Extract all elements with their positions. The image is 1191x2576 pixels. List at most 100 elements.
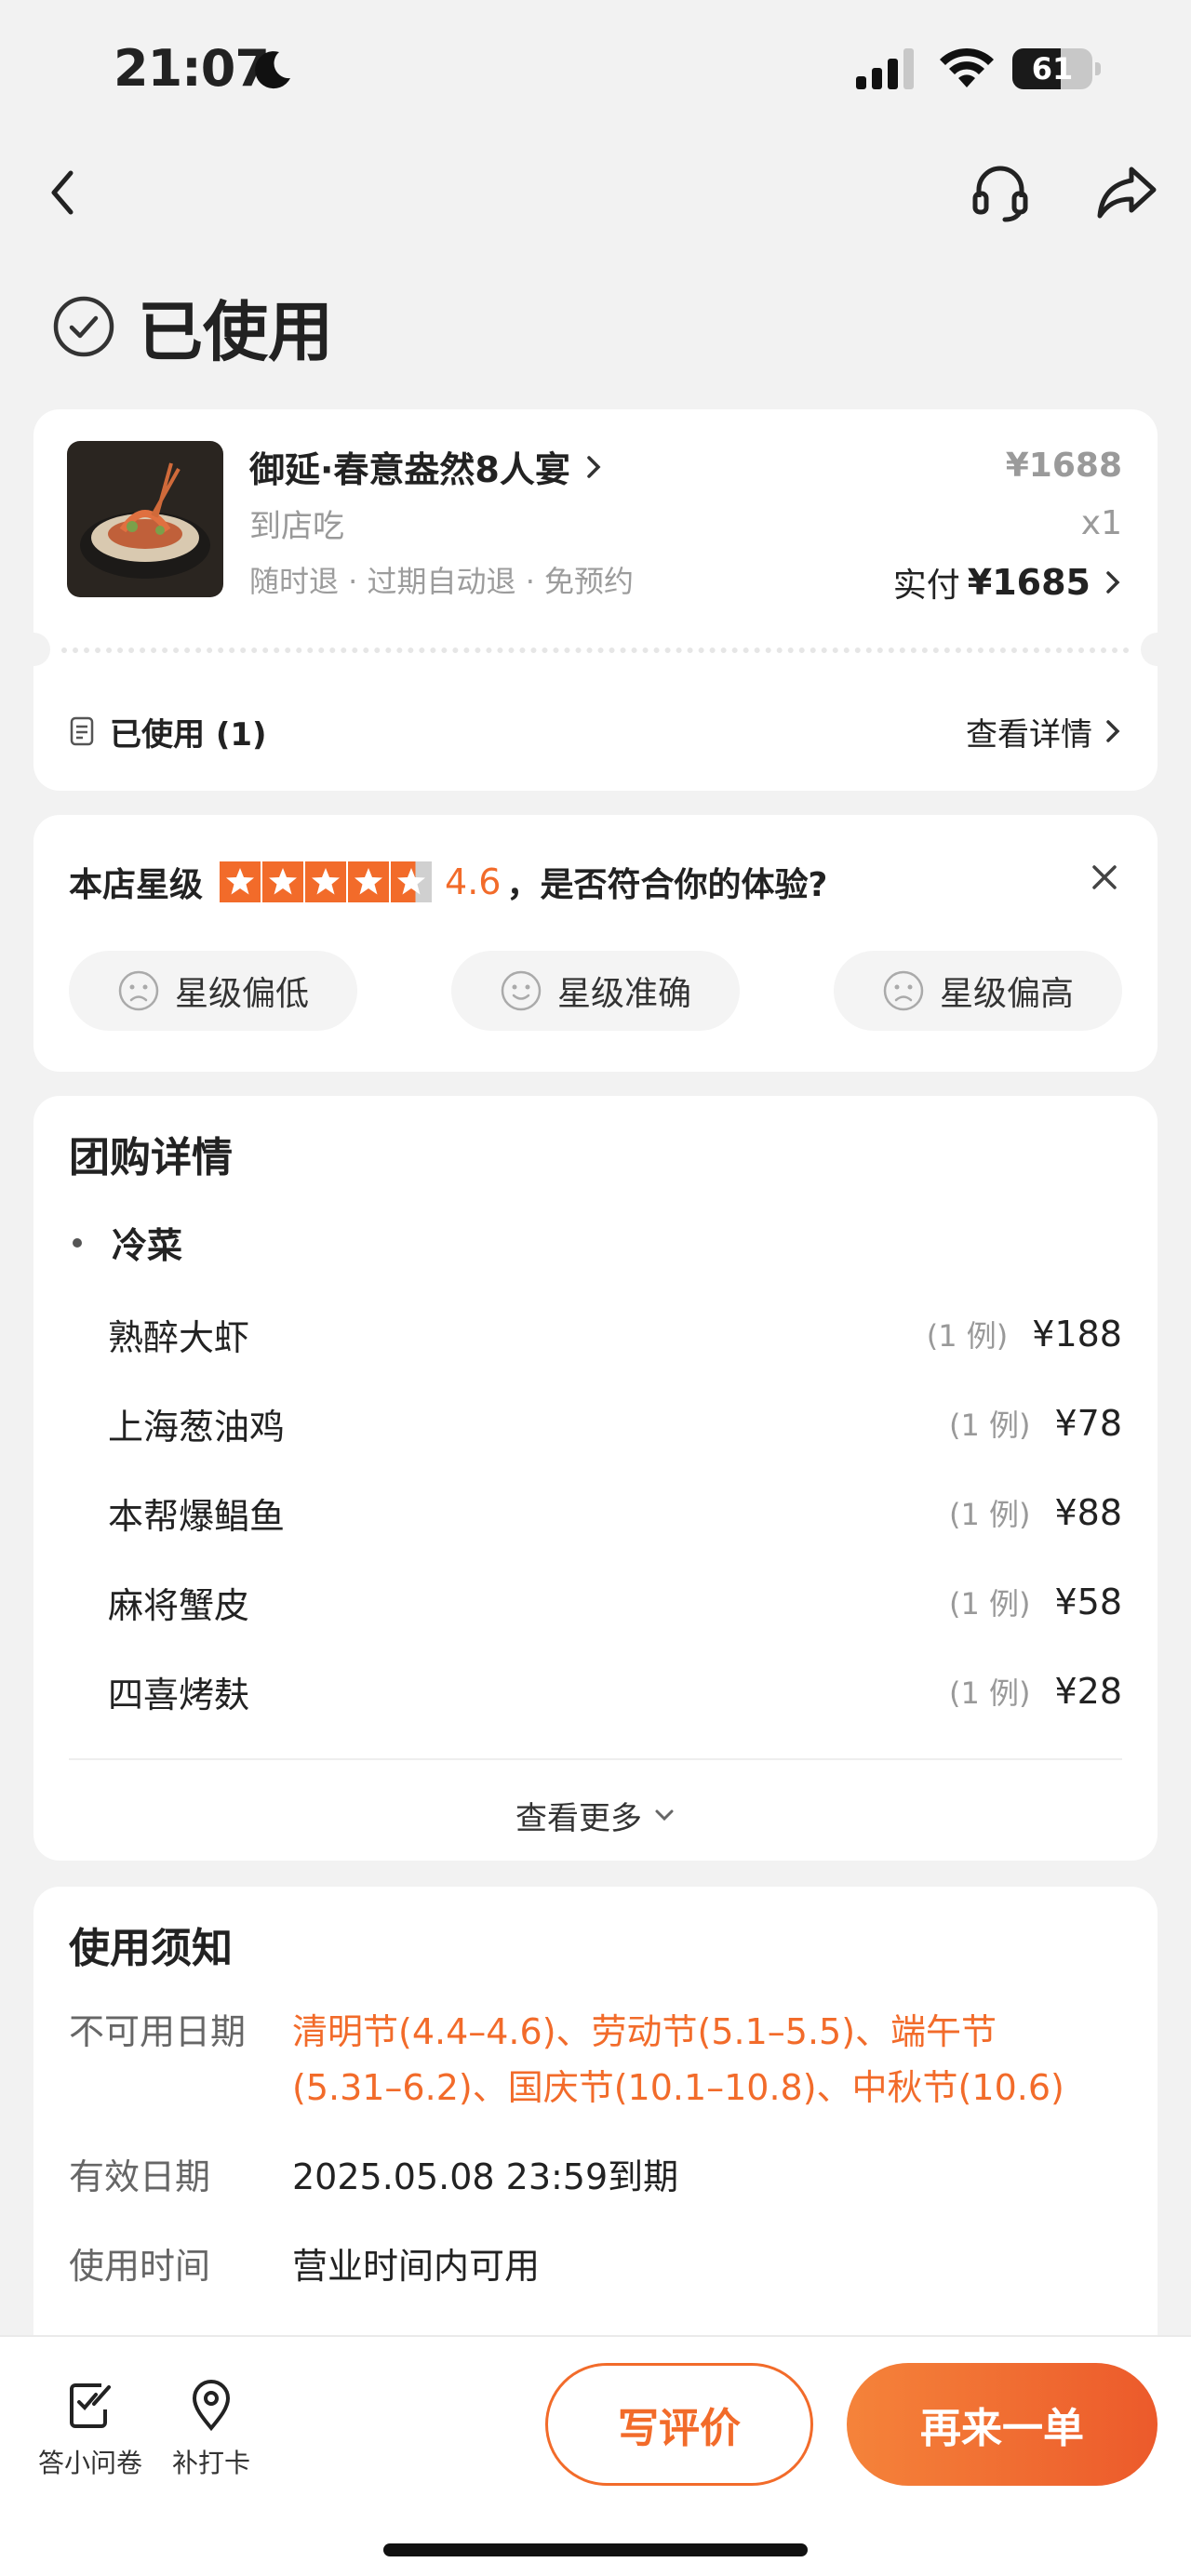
survey-edit-icon bbox=[70, 2383, 111, 2428]
unavailable-dates-value: 清明节(4.4–4.6)、劳动节(5.1–5.5)、端午节 (5.31–6.2)… bbox=[292, 2011, 1064, 2108]
dotted-divider bbox=[61, 647, 1130, 653]
star-rating bbox=[220, 861, 434, 902]
document-icon bbox=[70, 716, 94, 746]
dish-name: 上海葱油鸡 bbox=[108, 1406, 286, 1448]
star-icon bbox=[348, 861, 390, 902]
chevron-right-icon bbox=[1106, 571, 1120, 594]
valid-date-value: 2025.05.08 23:59到期 bbox=[292, 2156, 679, 2197]
sad-face-icon bbox=[118, 970, 159, 1011]
usage-notice-title: 使用须知 bbox=[69, 1925, 233, 1972]
group-buy-details-card: 团购详情 冷菜 熟醉大虾 (1 例) ¥188 上海葱油鸡 (1 例) ¥78 … bbox=[33, 1096, 1158, 1861]
order-status-header: 已使用 bbox=[52, 285, 333, 370]
survey-button[interactable]: 答小问卷 bbox=[30, 2376, 151, 2480]
used-coupon-row: 已使用 (1) 查看详情 bbox=[69, 703, 1122, 759]
used-count: 已使用 (1) bbox=[110, 715, 267, 754]
dish-price: ¥188 bbox=[1032, 1314, 1122, 1355]
star-icon bbox=[262, 861, 304, 902]
unavailable-dates-row: 不可用日期 清明节(4.4–4.6)、劳动节(5.1–5.5)、端午节 (5.3… bbox=[69, 2004, 1122, 2116]
dish-count: (1 例) bbox=[926, 1318, 1009, 1354]
dish-price: ¥28 bbox=[1054, 1671, 1122, 1712]
rating-question: ，是否符合你的体验? bbox=[506, 866, 828, 904]
status-bar: 21:07 61 bbox=[0, 0, 1191, 140]
dish-price: ¥58 bbox=[1054, 1582, 1122, 1622]
dish-price: ¥78 bbox=[1054, 1403, 1122, 1444]
view-more-button[interactable]: 查看更多 bbox=[33, 1782, 1158, 1848]
deal-type: 到店吃 bbox=[249, 508, 344, 545]
deal-name: 御延·春意盎然8人宴 bbox=[249, 449, 570, 490]
notice-key: 有效日期 bbox=[69, 2156, 211, 2197]
deal-price: ¥1688 bbox=[1005, 447, 1122, 485]
home-indicator bbox=[383, 2543, 808, 2556]
close-icon[interactable] bbox=[1089, 861, 1120, 893]
location-pin-icon bbox=[192, 2380, 231, 2432]
dish-name: 麻将蟹皮 bbox=[108, 1584, 250, 1626]
sad-face-icon bbox=[883, 970, 924, 1011]
survey-label: 答小问卷 bbox=[37, 2448, 142, 2478]
battery-indicator: 61 bbox=[1012, 48, 1102, 89]
reorder-button[interactable]: 再来一单 bbox=[847, 2363, 1158, 2486]
checkin-button[interactable]: 补打卡 bbox=[151, 2376, 272, 2480]
dish-name: 本帮爆鲳鱼 bbox=[108, 1495, 286, 1537]
dish-row: 上海葱油鸡 (1 例) ¥78 bbox=[108, 1395, 1122, 1451]
dish-count: (1 例) bbox=[948, 1408, 1031, 1443]
back-arrow-icon[interactable] bbox=[37, 160, 93, 225]
write-review-button[interactable]: 写评价 bbox=[545, 2363, 813, 2486]
view-more-label: 查看更多 bbox=[515, 1799, 642, 1837]
dish-count: (1 例) bbox=[948, 1497, 1031, 1532]
deal-tags: 随时退 · 过期自动退 · 免预约 bbox=[249, 564, 635, 599]
status-time: 21:07 bbox=[114, 39, 270, 98]
smile-face-icon bbox=[501, 970, 542, 1011]
dish-category-label: 冷菜 bbox=[112, 1225, 183, 1266]
rating-option-label: 星级准确 bbox=[556, 975, 691, 1013]
deal-thumbnail[interactable] bbox=[67, 441, 223, 597]
paid-label: 实付 bbox=[892, 567, 960, 605]
wifi-icon bbox=[940, 47, 994, 87]
order-card: 御延·春意盎然8人宴 到店吃 随时退 · 过期自动退 · 免预约 ¥1688 x… bbox=[17, 409, 1174, 791]
star-icon bbox=[391, 861, 433, 902]
dish-row: 熟醉大虾 (1 例) ¥188 bbox=[108, 1306, 1122, 1362]
checkin-label: 补打卡 bbox=[171, 2448, 250, 2478]
dish-category: 冷菜 bbox=[69, 1217, 182, 1268]
rating-feedback-card: 本店星级 4.6 ，是否符合你的体验? 星级偏低 星级准确 星级偏高 bbox=[33, 815, 1158, 1072]
divider bbox=[69, 1758, 1122, 1760]
dish-count: (1 例) bbox=[948, 1586, 1031, 1622]
rating-too-high-button[interactable]: 星级偏高 bbox=[834, 951, 1122, 1031]
dish-row: 四喜烤麸 (1 例) ¥28 bbox=[108, 1663, 1122, 1719]
share-icon[interactable] bbox=[1094, 158, 1159, 223]
bottom-action-bar: 答小问卷 补打卡 写评价 再来一单 bbox=[0, 2335, 1191, 2576]
rating-too-low-button[interactable]: 星级偏低 bbox=[69, 951, 357, 1031]
paid-amount: ¥1685 bbox=[967, 562, 1091, 603]
rating-accurate-button[interactable]: 星级准确 bbox=[451, 951, 740, 1031]
dish-price: ¥88 bbox=[1054, 1492, 1122, 1533]
rating-label: 本店星级 bbox=[69, 866, 204, 904]
dish-count: (1 例) bbox=[948, 1675, 1031, 1711]
chevron-right-icon bbox=[1106, 720, 1120, 742]
dish-name: 四喜烤麸 bbox=[108, 1674, 250, 1715]
valid-date-row: 有效日期 2025.05.08 23:59到期 bbox=[69, 2149, 1122, 2205]
dish-row: 麻将蟹皮 (1 例) ¥58 bbox=[108, 1574, 1122, 1630]
moon-icon bbox=[255, 51, 290, 89]
view-details-label: 查看详情 bbox=[966, 715, 1092, 754]
dish-name: 熟醉大虾 bbox=[108, 1316, 250, 1358]
order-status-title: 已使用 bbox=[138, 293, 333, 370]
chevron-right-icon bbox=[587, 455, 601, 478]
usage-time-value: 营业时间内可用 bbox=[292, 2246, 541, 2287]
paid-amount-link[interactable]: 实付 ¥1685 bbox=[893, 558, 1122, 607]
rating-option-label: 星级偏高 bbox=[939, 975, 1074, 1013]
star-icon bbox=[305, 861, 347, 902]
rating-line: 本店星级 4.6 ，是否符合你的体验? bbox=[69, 858, 827, 906]
battery-percent: 61 bbox=[1031, 51, 1074, 87]
deal-name-link[interactable]: 御延·春意盎然8人宴 bbox=[249, 441, 604, 492]
signal-icon bbox=[856, 48, 914, 89]
rating-score: 4.6 bbox=[445, 861, 502, 902]
customer-service-icon[interactable] bbox=[968, 160, 1033, 225]
dish-row: 本帮爆鲳鱼 (1 例) ¥88 bbox=[108, 1485, 1122, 1541]
deal-quantity: x1 bbox=[1080, 504, 1122, 542]
notice-key: 不可用日期 bbox=[69, 2011, 247, 2052]
notice-key: 使用时间 bbox=[69, 2246, 211, 2287]
star-icon bbox=[220, 861, 261, 902]
rating-option-label: 星级偏低 bbox=[174, 975, 309, 1013]
group-buy-title: 团购详情 bbox=[69, 1134, 233, 1181]
view-details-link[interactable]: 查看详情 bbox=[966, 709, 1122, 754]
chevron-down-icon bbox=[655, 1809, 674, 1822]
